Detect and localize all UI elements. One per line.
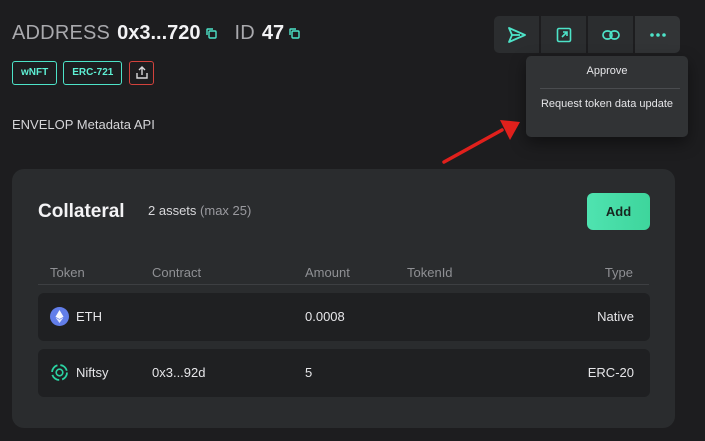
column-header-contract: Contract xyxy=(152,265,202,280)
menu-item-approve[interactable]: Approve xyxy=(526,65,688,77)
column-header-amount: Amount xyxy=(305,265,350,280)
id-label: ID xyxy=(234,22,255,44)
link-icon xyxy=(601,29,620,40)
wnft-badge: wNFT xyxy=(12,61,58,85)
more-button[interactable] xyxy=(635,16,680,53)
metadata-source: ENVELOP Metadata API xyxy=(12,117,155,132)
send-button[interactable] xyxy=(494,16,539,53)
asset-count-value: 2 assets xyxy=(148,203,197,218)
cell-type: Native xyxy=(597,309,634,324)
collateral-card: Collateral 2 assets (max 25) Add Token C… xyxy=(12,169,675,428)
address-value: 0x3...720 xyxy=(117,22,201,44)
menu-divider xyxy=(540,88,680,89)
more-menu: Approve Request token data update xyxy=(526,56,688,137)
table-row: ETH 0.0008 Native xyxy=(38,293,650,341)
asset-max: (max 25) xyxy=(200,203,252,218)
copy-icon[interactable] xyxy=(205,28,217,39)
cell-type: ERC-20 xyxy=(587,365,634,380)
copy-link-button[interactable] xyxy=(588,16,633,53)
column-header-token: Token xyxy=(50,265,85,280)
standard-badge: ERC-721 xyxy=(63,61,123,85)
external-link-icon xyxy=(556,27,571,42)
send-icon xyxy=(507,26,526,43)
cell-token: Niftsy xyxy=(76,365,109,380)
more-icon xyxy=(649,32,666,37)
share-button[interactable] xyxy=(129,61,155,85)
collateral-title: Collateral xyxy=(38,201,125,222)
niftsy-icon xyxy=(51,364,68,381)
table-header-divider xyxy=(38,284,649,285)
cell-contract: 0x3...92d xyxy=(152,365,206,380)
add-collateral-button[interactable]: Add xyxy=(587,193,650,230)
annotation-arrow-icon xyxy=(442,120,520,164)
badge-row: wNFT ERC-721 xyxy=(12,61,155,85)
cell-amount: 5 xyxy=(305,365,313,380)
cell-amount: 0.0008 xyxy=(305,309,345,324)
address-label: ADDRESS xyxy=(12,22,111,44)
token-title: ADDRESS 0x3...720 ID 47 xyxy=(12,22,300,45)
table-row: Niftsy 0x3...92d 5 ERC-20 xyxy=(38,349,650,397)
column-header-type: Type xyxy=(604,265,633,280)
share-icon xyxy=(136,66,148,79)
copy-icon[interactable] xyxy=(289,28,300,39)
action-toolbar xyxy=(494,16,680,53)
eth-icon xyxy=(50,307,69,326)
asset-count: 2 assets (max 25) xyxy=(148,203,251,218)
id-value: 47 xyxy=(261,22,285,44)
menu-item-request-update[interactable]: Request token data update xyxy=(536,97,678,111)
column-header-tokenid: TokenId xyxy=(407,265,453,280)
open-external-button[interactable] xyxy=(541,16,586,53)
cell-token: ETH xyxy=(76,309,102,324)
